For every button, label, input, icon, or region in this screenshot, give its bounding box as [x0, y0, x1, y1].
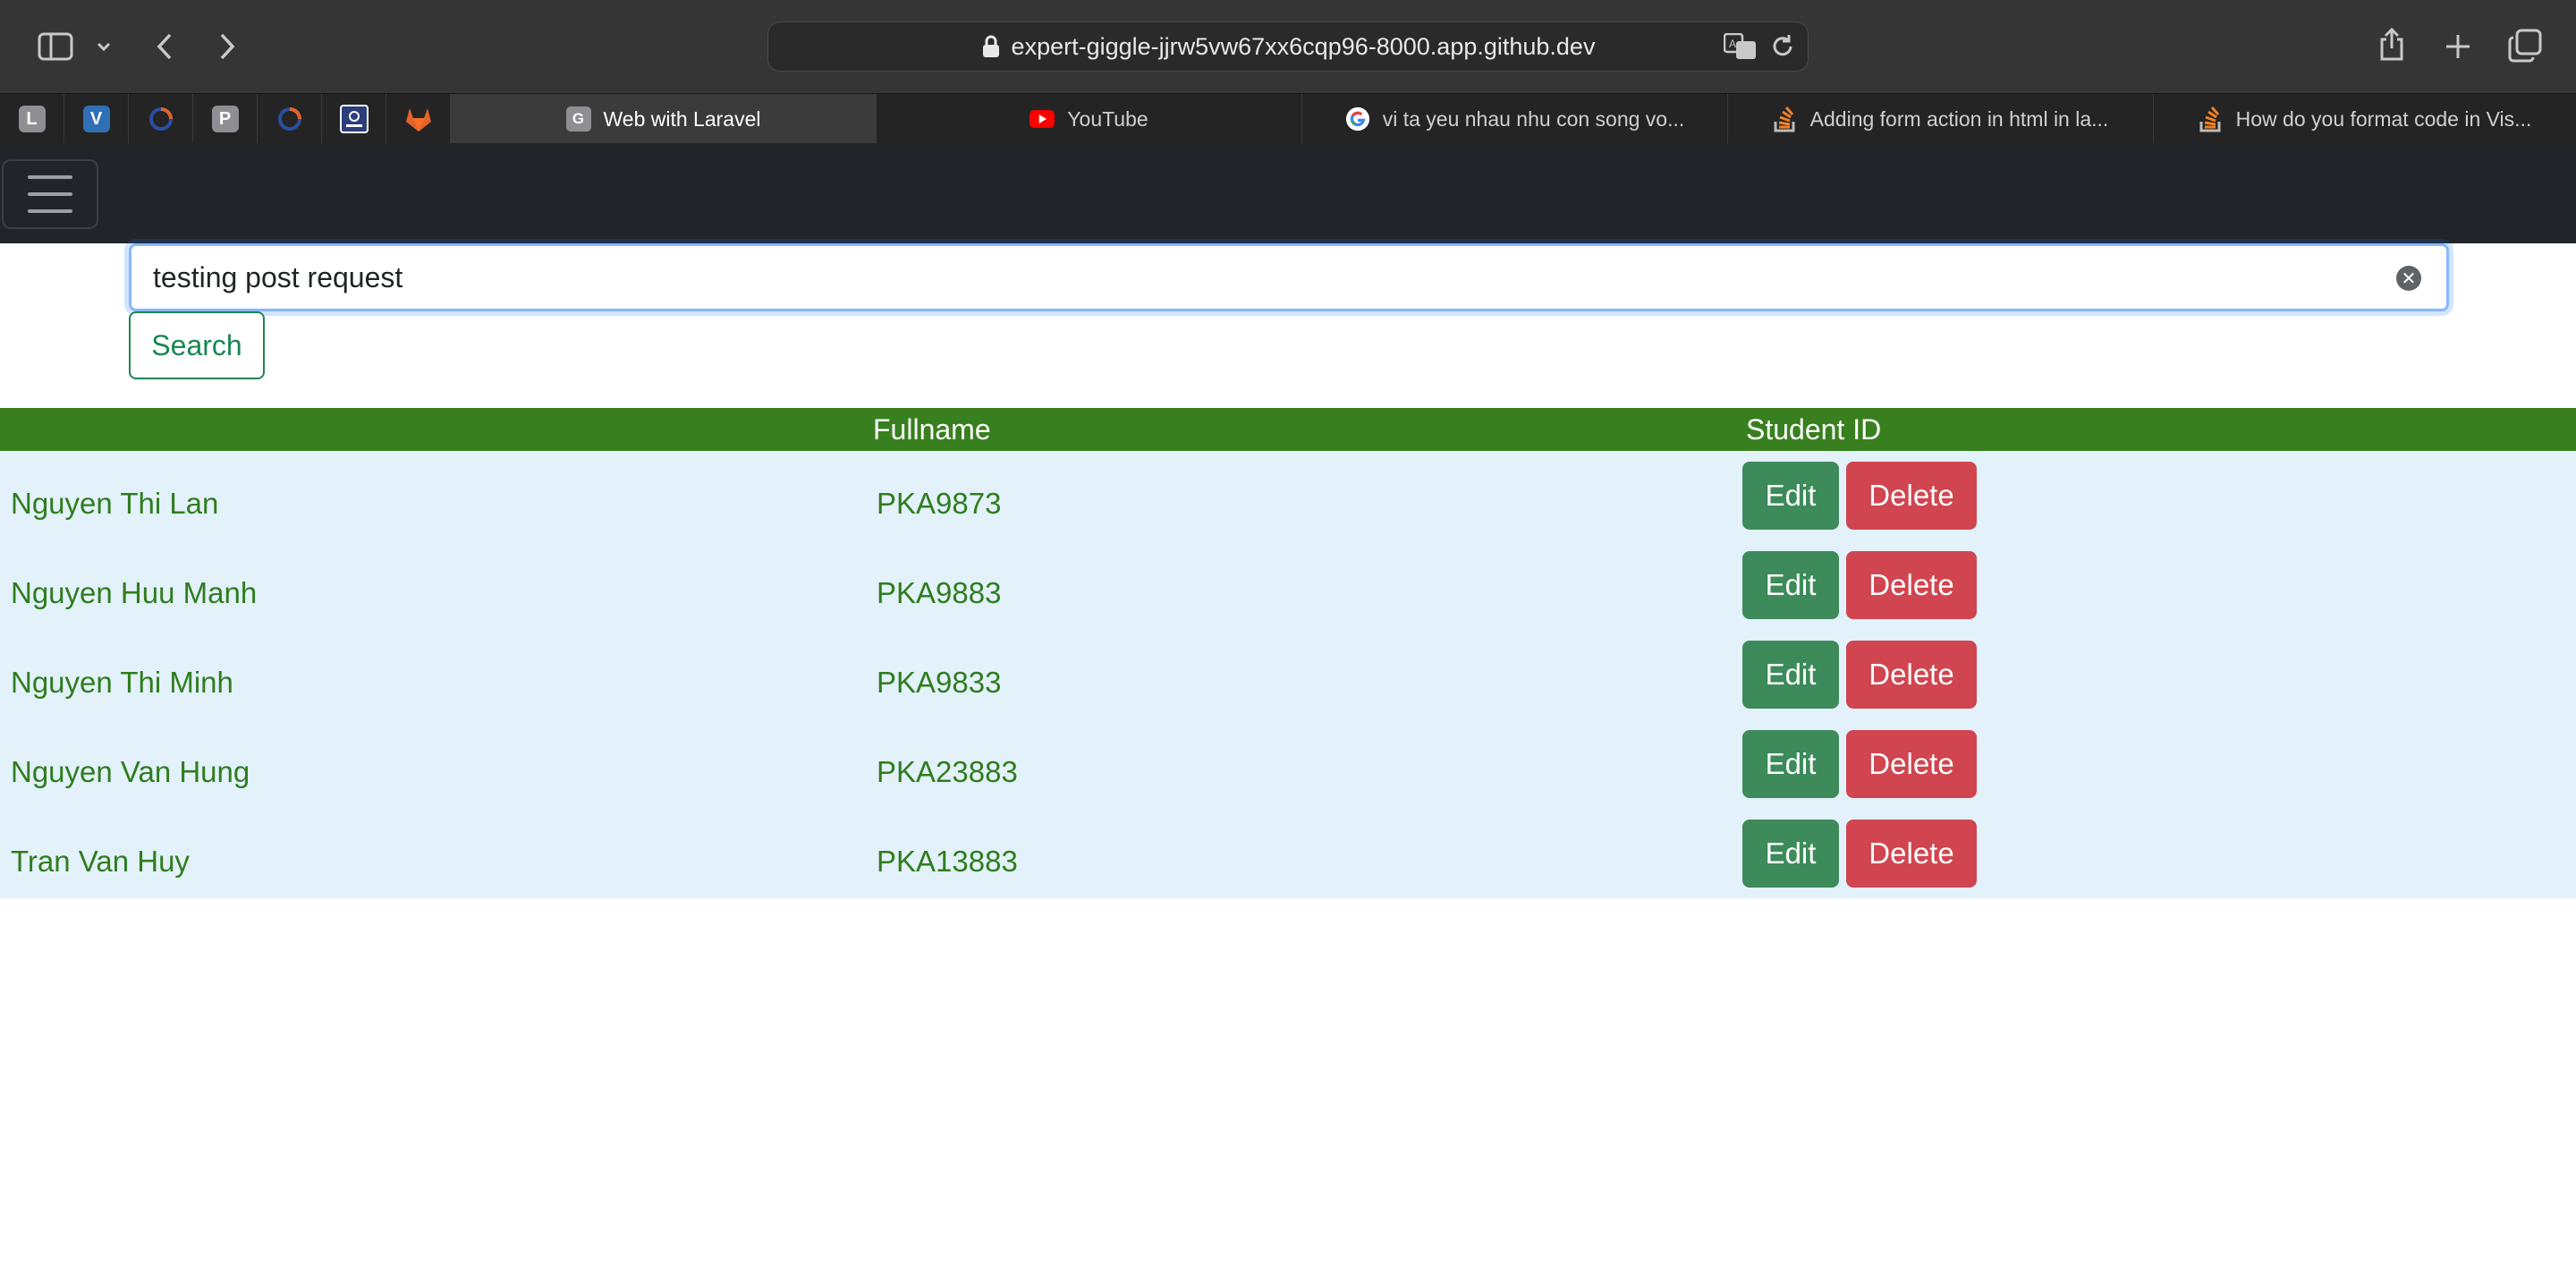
chevron-down-icon[interactable]: [93, 36, 114, 57]
share-icon[interactable]: [2376, 25, 2408, 64]
menu-toggle-button[interactable]: [2, 159, 98, 229]
address-bar[interactable]: expert-giggle-jjrw5vw67xx6cqp96-8000.app…: [767, 21, 1809, 72]
hamburger-bar: [28, 192, 72, 196]
student-id: PKA9883: [877, 576, 1002, 609]
students-table: Fullname Student ID Nguyen Thi Lan PKA98…: [0, 408, 2576, 898]
student-id: PKA9833: [877, 666, 1002, 699]
pinned-tab[interactable]: [258, 94, 322, 144]
student-fullname: Nguyen Thi Minh: [11, 666, 233, 699]
tab-stackoverflow-format-code[interactable]: How do you format code in Vis...: [2154, 94, 2576, 144]
table-body: Nguyen Thi Lan PKA9873 Edit Delete Nguye…: [0, 451, 2576, 898]
delete-button[interactable]: Delete: [1846, 730, 1977, 798]
stackoverflow-icon: [1773, 106, 1798, 132]
tab-bar: L V P G Web with Laravel YouTube vi ta y…: [0, 93, 2576, 144]
student-fullname: Nguyen Van Hung: [11, 755, 250, 788]
url-text: expert-giggle-jjrw5vw67xx6cqp96-8000.app…: [1011, 32, 1596, 60]
delete-button[interactable]: Delete: [1846, 462, 1977, 530]
edit-button[interactable]: Edit: [1742, 551, 1839, 619]
student-fullname: Nguyen Thi Lan: [11, 487, 219, 520]
column-header-student-id: Student ID: [1746, 413, 1882, 446]
pinned-favicon-v: V: [82, 106, 110, 132]
tab-title: Adding form action in html in la...: [1809, 106, 2109, 131]
pinned-tab[interactable]: [322, 94, 386, 144]
table-row: Tran Van Huy PKA13883 Edit Delete: [0, 809, 2576, 898]
edit-button[interactable]: Edit: [1742, 820, 1839, 888]
search-button[interactable]: Search: [129, 311, 265, 379]
tab-google-search[interactable]: vi ta yeu nhau nhu con song vo...: [1302, 94, 1728, 144]
svg-text:A: A: [1729, 38, 1736, 50]
new-tab-icon[interactable]: [2442, 29, 2474, 64]
gitlab-icon: [405, 108, 431, 132]
column-header-fullname: Fullname: [873, 413, 991, 446]
tab-stackoverflow-form-action[interactable]: Adding form action in html in la...: [1728, 94, 2154, 144]
delete-button[interactable]: Delete: [1846, 641, 1977, 709]
edit-button[interactable]: Edit: [1742, 462, 1839, 530]
delete-button[interactable]: Delete: [1846, 820, 1977, 888]
delete-button[interactable]: Delete: [1846, 551, 1977, 619]
pinned-tab[interactable]: V: [64, 94, 129, 144]
reload-icon[interactable]: [1770, 33, 1795, 64]
student-id: PKA23883: [877, 755, 1018, 788]
hamburger-bar: [28, 175, 72, 179]
tab-title: Web with Laravel: [603, 106, 761, 131]
forward-icon[interactable]: [213, 29, 242, 64]
translate-icon[interactable]: A: [1723, 32, 1758, 64]
table-row: Nguyen Huu Manh PKA9883 Edit Delete: [0, 540, 2576, 630]
student-id: PKA9873: [877, 487, 1002, 520]
clear-search-icon[interactable]: ✕: [2396, 266, 2421, 291]
tab-title: YouTube: [1067, 106, 1148, 131]
pinned-tab[interactable]: P: [193, 94, 258, 144]
google-icon: [1345, 106, 1370, 132]
tab-favicon-g: G: [565, 106, 591, 132]
search-input[interactable]: testing post request ✕: [129, 243, 2449, 311]
table-row: Nguyen Van Hung PKA23883 Edit Delete: [0, 719, 2576, 809]
university-logo-icon: [339, 105, 369, 133]
edit-button[interactable]: Edit: [1742, 730, 1839, 798]
student-id: PKA13883: [877, 845, 1018, 878]
loading-ring-icon: [148, 107, 173, 131]
browser-toolbar: expert-giggle-jjrw5vw67xx6cqp96-8000.app…: [0, 0, 2576, 93]
student-fullname: Tran Van Huy: [11, 845, 190, 878]
pinned-favicon-l: L: [18, 106, 46, 132]
table-row: Nguyen Thi Lan PKA9873 Edit Delete: [0, 451, 2576, 540]
pinned-favicon-p: P: [211, 106, 239, 132]
lock-icon: [981, 35, 1001, 58]
tab-title: How do you format code in Vis...: [2235, 106, 2532, 131]
search-input-value: testing post request: [153, 260, 403, 293]
stackoverflow-icon: [2199, 106, 2224, 132]
table-header: Fullname Student ID: [0, 408, 2576, 451]
tab-title: vi ta yeu nhau nhu con song vo...: [1382, 106, 1685, 131]
page-navbar: [0, 143, 2576, 243]
pinned-tab[interactable]: [386, 94, 451, 144]
pinned-tab[interactable]: L: [0, 94, 64, 144]
back-icon[interactable]: [150, 29, 179, 64]
youtube-icon: [1030, 106, 1055, 132]
student-fullname: Nguyen Huu Manh: [11, 576, 258, 609]
table-row: Nguyen Thi Minh PKA9833 Edit Delete: [0, 630, 2576, 719]
loading-ring-icon: [277, 107, 301, 131]
sidebar-toggle-icon[interactable]: [36, 29, 75, 64]
pinned-tab[interactable]: [129, 94, 193, 144]
tab-youtube[interactable]: YouTube: [877, 94, 1302, 144]
tab-web-with-laravel[interactable]: G Web with Laravel: [451, 94, 877, 144]
edit-button[interactable]: Edit: [1742, 641, 1839, 709]
tab-overview-icon[interactable]: [2506, 27, 2544, 64]
hamburger-bar: [28, 209, 72, 213]
